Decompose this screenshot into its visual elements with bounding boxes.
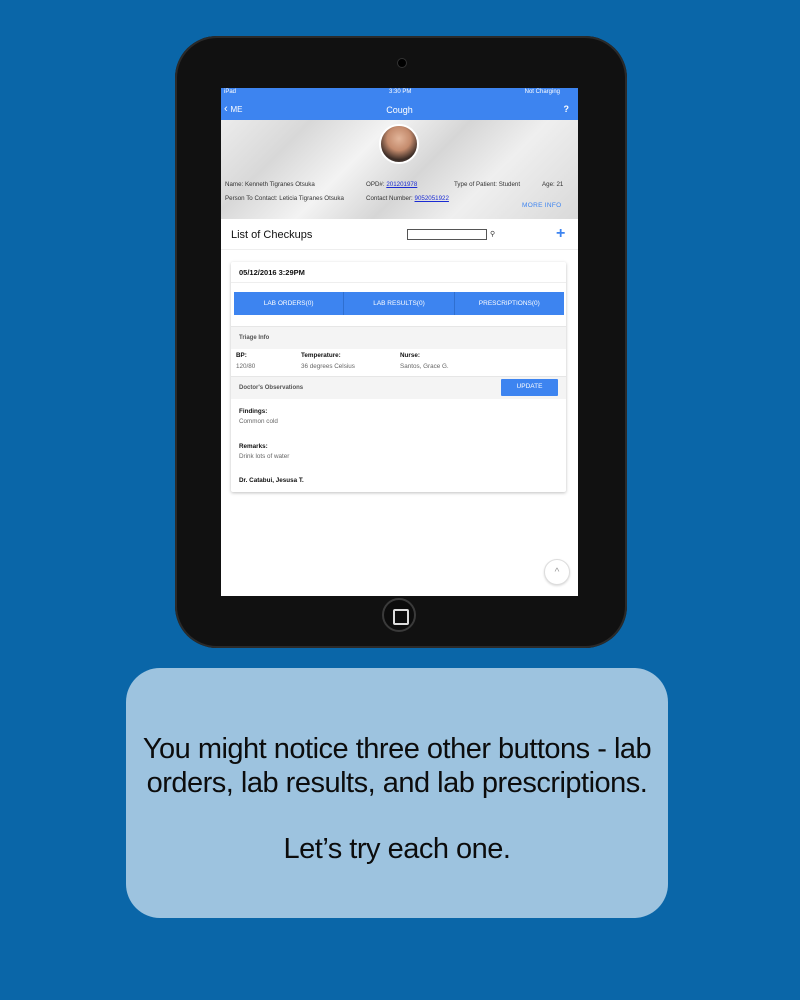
caption-line-3: Let’s try each one.: [283, 833, 511, 865]
doctor-name: Dr. Catabui, Jesusa T.: [239, 477, 304, 484]
chevron-up-icon: ^: [554, 567, 560, 578]
scroll-to-top-button[interactable]: ^: [544, 559, 570, 585]
search-input[interactable]: [407, 229, 487, 240]
home-square-icon: [393, 609, 409, 625]
triage-title: Triage Info: [239, 335, 270, 341]
nav-bar: ‹ ME Cough ?: [221, 98, 578, 120]
temperature-value: 36 degrees Celsius: [301, 363, 355, 370]
status-bar: iPad 3:30 PM Not Charging: [221, 88, 578, 98]
bp-label: BP:: [236, 352, 247, 359]
patient-profile: Name: Kenneth Tigranes Otsuka OPD#: 2012…: [221, 120, 578, 219]
app-screen: iPad 3:30 PM Not Charging ‹ ME Cough ? N…: [221, 88, 578, 596]
lab-results-button[interactable]: LAB RESULTS(0): [344, 292, 455, 315]
prescriptions-button[interactable]: PRESCRIPTIONS(0): [454, 292, 564, 315]
findings-label: Findings:: [239, 408, 268, 415]
patient-type: Type of Patient: Student: [454, 181, 521, 188]
checkup-date: 05/12/2016 3:29PM: [239, 268, 305, 277]
home-button[interactable]: [382, 598, 416, 632]
lab-orders-button[interactable]: LAB ORDERS(0): [234, 292, 345, 315]
status-time: 3:30 PM: [389, 89, 412, 95]
findings-value: Common cold: [239, 418, 278, 425]
battery-status: Not Charging: [524, 89, 560, 95]
nurse-value: Santos, Grace G.: [400, 363, 449, 370]
contact-number-link[interactable]: 9052051922: [415, 195, 449, 202]
opd-link[interactable]: 201201978: [386, 181, 417, 188]
temperature-label: Temperature:: [301, 352, 341, 359]
help-button[interactable]: ?: [564, 104, 570, 114]
patient-opd: OPD#: 201201978: [366, 181, 418, 188]
avatar: [379, 124, 419, 164]
nurse-label: Nurse:: [400, 352, 420, 359]
contact-person: Person To Contact: Leticia Tigranes Otsu…: [225, 195, 344, 202]
caption-line-2: orders, lab results, and lab prescriptio…: [146, 767, 648, 799]
add-checkup-button[interactable]: +: [556, 225, 565, 243]
tablet-frame: iPad 3:30 PM Not Charging ‹ ME Cough ? N…: [175, 36, 627, 648]
patient-name: Name: Kenneth Tigranes Otsuka: [225, 181, 315, 188]
update-button[interactable]: UPDATE: [501, 379, 558, 396]
bp-value: 120/80: [236, 363, 256, 370]
contact-number: Contact Number: 9052051922: [366, 195, 449, 202]
observations-title: Doctor's Observations: [239, 385, 304, 391]
more-info-link[interactable]: MORE INFO: [522, 202, 562, 209]
checkup-card: 05/12/2016 3:29PM LAB ORDERS(0) LAB RESU…: [231, 262, 566, 492]
page-title: Cough: [386, 105, 413, 115]
search-icon[interactable]: ⚲: [490, 230, 495, 238]
divider: [231, 282, 566, 283]
caption-line-1: You might notice three other buttons - l…: [142, 733, 652, 765]
patient-age: Age: 21: [542, 181, 564, 188]
caption-box: You might notice three other buttons - l…: [126, 668, 668, 918]
checkups-title: List of Checkups: [231, 229, 313, 241]
checkups-header: List of Checkups ⚲ +: [221, 219, 578, 250]
remarks-label: Remarks:: [239, 443, 268, 450]
device-label: iPad: [224, 89, 237, 95]
triage-section-header: Triage Info: [231, 326, 566, 349]
remarks-value: Drink lots of water: [239, 453, 290, 460]
camera-lens: [397, 58, 407, 68]
checkup-tabs: LAB ORDERS(0) LAB RESULTS(0) PRESCRIPTIO…: [234, 292, 564, 315]
